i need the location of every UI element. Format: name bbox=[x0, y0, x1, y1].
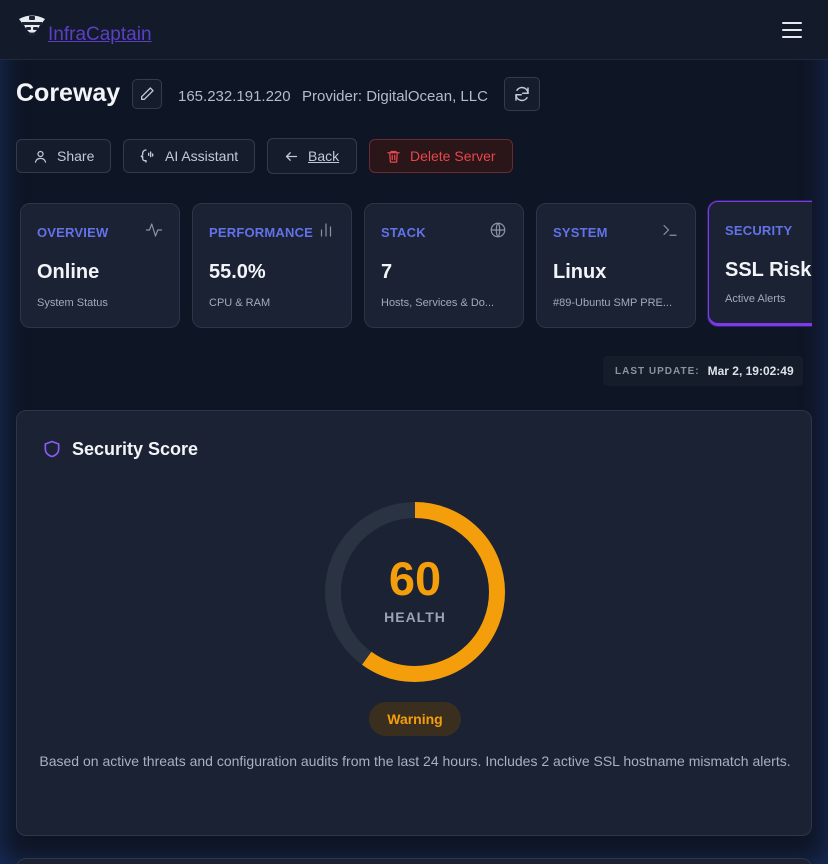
terminal-icon bbox=[663, 224, 677, 236]
card-security[interactable]: SECURITY SSL Risk Active Alerts bbox=[708, 201, 812, 326]
card-value: Online bbox=[37, 261, 100, 283]
card-subtitle: Hosts, Services & Do... bbox=[381, 297, 495, 309]
card-subtitle: CPU & RAM bbox=[209, 297, 271, 309]
last-update-badge: LAST UPDATE: Mar 2, 19:02:49 bbox=[603, 356, 803, 386]
back-button[interactable]: Back bbox=[267, 138, 357, 174]
server-name: Coreway bbox=[16, 79, 121, 107]
captain-logo-icon[interactable] bbox=[16, 10, 48, 42]
menu-icon[interactable] bbox=[782, 22, 802, 38]
refresh-button[interactable] bbox=[504, 77, 540, 111]
card-overview[interactable]: OVERVIEW Online System Status bbox=[20, 203, 180, 328]
card-subtitle: Active Alerts bbox=[725, 293, 786, 305]
health-score-label: HEALTH bbox=[384, 609, 446, 625]
card-performance[interactable]: PERFORMANCE 55.0% CPU & RAM bbox=[192, 203, 352, 328]
card-system[interactable]: SYSTEM Linux #89-Ubuntu SMP PRE... bbox=[536, 203, 696, 328]
card-value: Linux bbox=[553, 261, 607, 283]
user-icon bbox=[34, 150, 47, 163]
back-label: Back bbox=[308, 148, 340, 164]
delete-server-label: Delete Server bbox=[410, 148, 496, 164]
edit-name-button[interactable] bbox=[132, 79, 162, 109]
summary-cards: OVERVIEW Online System Status PERFORMANC… bbox=[0, 200, 812, 330]
bar-chart-icon bbox=[320, 223, 332, 237]
top-bar: InfraCaptain bbox=[0, 0, 828, 60]
ai-assistant-button[interactable]: AI Assistant bbox=[123, 139, 255, 173]
trash-icon bbox=[387, 150, 400, 163]
card-value: 55.0% bbox=[209, 261, 266, 283]
brain-icon bbox=[140, 149, 154, 163]
status-badge: Warning bbox=[369, 702, 461, 736]
pencil-icon bbox=[141, 87, 154, 100]
server-provider: Provider: DigitalOcean, LLC bbox=[302, 88, 488, 105]
share-label: Share bbox=[57, 148, 95, 164]
security-score-panel: Security Score 60 HEALTH Warning Based o… bbox=[16, 410, 812, 836]
refresh-icon bbox=[515, 86, 529, 102]
card-stack[interactable]: STACK 7 Hosts, Services & Do... bbox=[364, 203, 524, 328]
next-panel-edge bbox=[16, 858, 812, 864]
activity-icon bbox=[145, 223, 163, 237]
card-label: OVERVIEW bbox=[37, 225, 109, 240]
server-ip: 165.232.191.220 bbox=[178, 88, 291, 105]
shield-icon bbox=[44, 440, 60, 458]
card-subtitle: #89-Ubuntu SMP PRE... bbox=[553, 297, 673, 309]
globe-icon bbox=[490, 222, 506, 238]
card-label: PERFORMANCE bbox=[209, 225, 314, 240]
security-score-title: Security Score bbox=[72, 439, 199, 459]
arrow-left-icon bbox=[285, 151, 298, 161]
share-button[interactable]: Share bbox=[16, 139, 111, 173]
card-value: SSL Risk bbox=[725, 259, 812, 281]
card-label: SECURITY bbox=[725, 223, 793, 238]
last-update-label: LAST UPDATE: bbox=[615, 365, 700, 377]
card-subtitle: System Status bbox=[37, 297, 108, 309]
delete-server-button[interactable]: Delete Server bbox=[369, 139, 513, 173]
card-value: 7 bbox=[381, 261, 393, 283]
security-description: Based on active threats and configuratio… bbox=[39, 753, 791, 769]
last-update-value: Mar 2, 19:02:49 bbox=[707, 364, 794, 378]
card-label: SYSTEM bbox=[553, 225, 608, 240]
ai-assistant-label: AI Assistant bbox=[165, 148, 239, 164]
brand-link[interactable]: InfraCaptain bbox=[48, 24, 152, 46]
health-score-value: 60 bbox=[388, 552, 442, 605]
card-label: STACK bbox=[381, 225, 426, 240]
